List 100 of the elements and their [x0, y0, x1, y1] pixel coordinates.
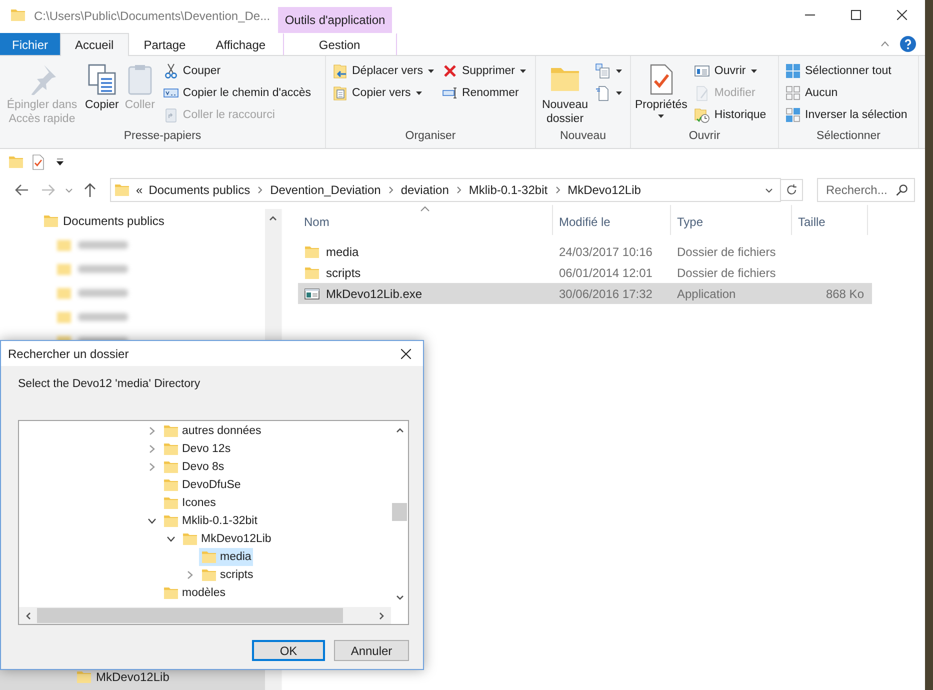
folder-icon [163, 585, 179, 601]
horizontal-scrollbar[interactable] [19, 607, 391, 624]
size-cell: 868 Ko [826, 286, 864, 300]
type-cell-text: Application [676, 286, 737, 300]
ribbon-button[interactable]: Déplacer vers [330, 60, 437, 81]
ribbon-button[interactable]: Sélectionner tout [783, 60, 910, 81]
page-icon [595, 84, 611, 100]
column-header[interactable]: Type [671, 205, 792, 235]
chevron-icon [386, 186, 395, 194]
tree-item[interactable]: Devo 8s [161, 458, 226, 476]
blurred-folder-icon [56, 237, 72, 253]
file-name: scripts [326, 266, 361, 280]
group-title: Ouvrir [688, 130, 720, 144]
ribbon-button[interactable]: Ouvrir [692, 60, 768, 81]
date-cell-text: 24/03/2017 10:16 [558, 244, 654, 258]
file-row[interactable]: media 24/03/2017 10:16 Dossier de fichiers [298, 241, 872, 262]
tree-item[interactable]: Mklib-0.1-32bit [161, 512, 260, 530]
edit-icon [694, 84, 710, 100]
breadcrumb[interactable]: MkDevo12Lib [568, 183, 641, 197]
dialog-title: Rechercher un dossier [8, 346, 129, 360]
ribbon-tab[interactable]: Gestion [282, 33, 397, 55]
type-cell-text: Dossier de fichiers [676, 266, 777, 280]
file-row[interactable]: MkDevo12Lib.exe 30/06/2016 17:32 Application 868 Ko [298, 283, 872, 304]
ribbon-button[interactable]: Inverser la sélection [783, 104, 910, 125]
tree-item[interactable]: modèles [161, 584, 228, 602]
up-arrow-icon[interactable] [82, 182, 98, 198]
column-header[interactable]: Nom [298, 205, 553, 235]
breadcrumb[interactable]: Devention_Deviation [270, 183, 381, 197]
folder-icon [163, 477, 179, 493]
application-icon [304, 286, 320, 302]
help-icon[interactable] [900, 36, 916, 52]
group-title: Nouveau [560, 130, 606, 144]
back-arrow-icon[interactable] [14, 182, 30, 198]
collapse-ribbon-icon[interactable] [880, 39, 890, 49]
address-bar[interactable]: « Documents publics Devention_Deviation deviation Mklib-0.1-32bit MkDevo12Lib [110, 178, 781, 202]
tree-item[interactable]: autres données [161, 422, 264, 440]
tree-item[interactable]: scripts [199, 566, 256, 584]
cancel-button[interactable]: Annuler [334, 640, 409, 661]
close-icon [897, 10, 907, 20]
history-icon [694, 106, 710, 122]
type-cell-text: Dossier de fichiers [676, 244, 777, 258]
tree-item[interactable]: Devo 12s [161, 440, 233, 458]
date-cell-text: 30/06/2016 17:32 [558, 286, 654, 300]
breadcrumb[interactable]: Mklib-0.1-32bit [468, 183, 548, 197]
folder-icon [8, 154, 24, 170]
empty-grid-icon [785, 84, 801, 100]
tree-item[interactable]: MkDevo12Lib [180, 530, 274, 548]
tree-item[interactable]: media [199, 548, 254, 566]
folder-icon [304, 264, 320, 280]
partial-grid-icon [785, 106, 801, 122]
group-title: Sélectionner [816, 130, 880, 144]
ribbon-button[interactable]: Propriétés [633, 59, 690, 130]
folder-icon [114, 182, 130, 198]
breadcrumb[interactable]: deviation [400, 183, 449, 197]
file-name: MkDevo12Lib.exe [326, 286, 422, 300]
caret-icon [615, 66, 623, 74]
caret-icon [519, 66, 528, 74]
rename-icon [442, 84, 458, 100]
expand-chevron-icon[interactable] [185, 570, 195, 580]
ribbon-button[interactable]: Copier le chemin d'accès [160, 82, 314, 103]
caret-icon [615, 88, 623, 96]
file-row[interactable]: scripts 06/01/2014 12:01 Dossier de fichiers [298, 262, 872, 283]
ribbon-button[interactable]: Nouveau dossier [538, 59, 592, 130]
tree-item[interactable]: Icones [161, 494, 218, 512]
search-field[interactable]: Recherch... [817, 178, 915, 202]
refresh-button[interactable] [781, 179, 803, 201]
blurred-folder-icon [56, 285, 72, 301]
ribbon-tab[interactable]: Affichage [200, 33, 281, 55]
ribbon-button[interactable]: Copier [83, 59, 121, 130]
column-header[interactable]: Taille [792, 205, 868, 235]
ribbon-tab[interactable]: Accueil [60, 33, 129, 56]
ribbon-button[interactable]: Renommer [440, 82, 530, 103]
checked-document-icon[interactable] [30, 154, 46, 170]
scroll-thumb[interactable] [392, 503, 407, 521]
column-header[interactable]: Modifié le [553, 205, 671, 235]
blurred-label [78, 265, 128, 273]
ribbon-button[interactable]: Aucun [783, 82, 910, 103]
overflow-chevron[interactable]: « [136, 183, 143, 197]
folder-icon [182, 531, 198, 547]
ribbon-button[interactable]: Historique [692, 104, 768, 125]
file-tab[interactable]: Fichier [0, 33, 60, 55]
breadcrumb[interactable]: Documents publics [148, 183, 250, 197]
tree-item[interactable]: DevoDfuSe [161, 476, 243, 494]
caret-icon [426, 66, 435, 74]
blurred-label [78, 289, 128, 297]
search-icon [895, 183, 909, 197]
sort-indicator-icon [420, 206, 430, 212]
customize-caret-icon[interactable] [56, 158, 64, 166]
folder-tree[interactable]: autres données Devo 12s Devo 8s DevoDfuSe Icones Mklib-0.1-32bit MkDevo12Lib media scripts modèles [18, 420, 409, 625]
ok-button[interactable]: OK [252, 640, 325, 661]
ribbon-button[interactable]: Couper [160, 60, 314, 81]
maximize-icon [851, 10, 861, 20]
nav-item[interactable]: Documents publics [0, 209, 265, 233]
close-icon [401, 348, 411, 358]
scroll-thumb[interactable] [37, 608, 343, 623]
copy-icon [86, 63, 118, 95]
ribbon-button[interactable]: Copier vers [330, 82, 437, 103]
folder-icon [304, 244, 320, 260]
ribbon-tab[interactable]: Partage [128, 33, 201, 55]
ribbon-button[interactable]: Supprimer [440, 60, 530, 81]
